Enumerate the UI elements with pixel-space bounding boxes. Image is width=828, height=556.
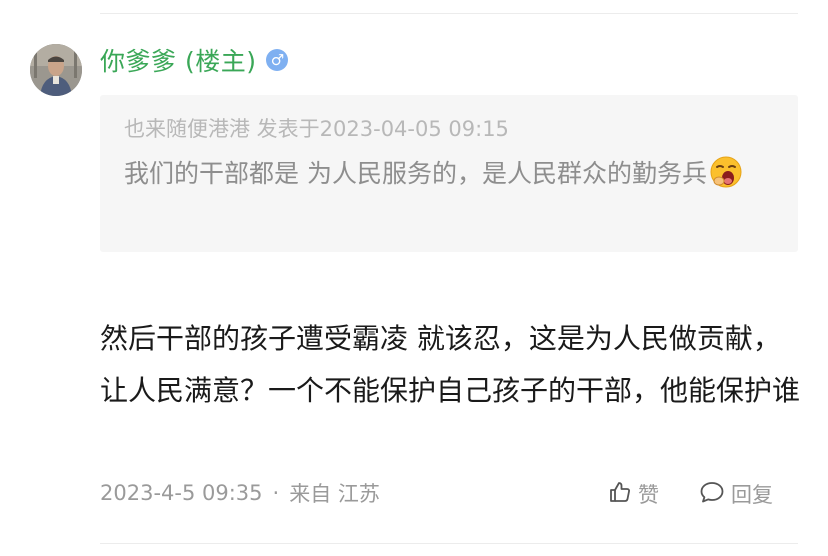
avatar[interactable] bbox=[30, 44, 82, 96]
user-photo-avatar-icon bbox=[30, 44, 82, 96]
reply-button[interactable]: 回复 bbox=[699, 479, 773, 509]
quote-text-container: 我们的干部都是 为人民服务的，是人民群众的勤务兵 bbox=[124, 155, 774, 193]
author-name[interactable]: 你爹爹 (楼主) bbox=[100, 42, 256, 78]
male-gender-icon: ♂ bbox=[266, 49, 289, 71]
reply-meta: 2023-4-5 09:35 · 来自 江苏 bbox=[100, 478, 380, 508]
reply-text: 然后干部的孩子遭受霸凌 就该忍，这是为人民做贡献，让人民满意？一个不能保护自己孩… bbox=[100, 322, 801, 407]
sleepy-face-emoji-icon bbox=[709, 155, 743, 189]
quote-text: 我们的干部都是 为人民服务的，是人民群众的勤务兵 bbox=[124, 159, 707, 188]
top-divider bbox=[100, 13, 798, 14]
bottom-divider bbox=[100, 543, 798, 544]
author-row: 你爹爹 (楼主) ♂ bbox=[100, 42, 289, 78]
quote-meta: 也来随便港港 发表于2023-04-05 09:15 bbox=[124, 117, 509, 141]
quoted-post[interactable]: 也来随便港港 发表于2023-04-05 09:15 我们的干部都是 为人民服务… bbox=[100, 95, 798, 252]
reply-location: 来自 江苏 bbox=[289, 482, 380, 506]
like-label: 赞 bbox=[638, 483, 659, 507]
like-button[interactable]: 赞 bbox=[608, 479, 659, 509]
speech-bubble-icon bbox=[699, 480, 731, 509]
thumbs-up-icon bbox=[608, 480, 638, 509]
reply-actions: 赞 回复 bbox=[608, 478, 773, 510]
reply-date: 2023-4-5 09:35 bbox=[100, 481, 263, 505]
reply-label: 回复 bbox=[731, 483, 773, 507]
meta-separator: · bbox=[272, 481, 280, 505]
